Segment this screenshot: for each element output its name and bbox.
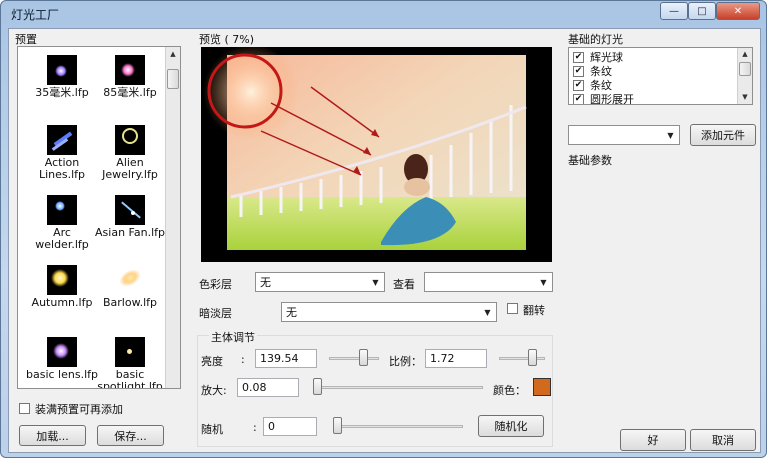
fan-streak-icon xyxy=(115,195,145,225)
brightness-colon: : xyxy=(241,353,245,366)
preset-item[interactable]: 35毫米.lfp xyxy=(26,55,98,99)
scale-slider-track[interactable] xyxy=(313,386,483,389)
preset-item[interactable]: basic lens.lfp xyxy=(26,337,98,381)
brightness-field[interactable]: 139.54 xyxy=(255,349,317,368)
color-swatch[interactable] xyxy=(533,378,551,396)
brightness-slider-track[interactable] xyxy=(329,357,379,360)
title-bar[interactable]: 灯光工厂 — □ ✕ xyxy=(1,1,766,27)
lens-flare-icon xyxy=(115,55,145,85)
preview-header: 预览 ( 7%) xyxy=(199,33,255,46)
add-presets-checkbox[interactable] xyxy=(19,403,30,414)
preview-panel: 预览 ( 7%) 色彩层 无 ▼ 查看 ▼ 暗淡层 无 ▼ 翻转 主体调节 亮度… xyxy=(193,31,561,449)
main-adjust-header: 主体调节 xyxy=(209,329,257,345)
light-item[interactable]: ✔ 条纹 xyxy=(573,64,612,78)
color-layer-select[interactable]: 无 ▼ xyxy=(255,272,385,292)
scale-slider-thumb[interactable] xyxy=(313,378,322,395)
save-button[interactable]: 保存... xyxy=(97,425,164,446)
chevron-down-icon: ▼ xyxy=(372,277,379,287)
lens-flare-icon xyxy=(47,337,77,367)
view-label: 查看 xyxy=(393,278,415,291)
lights-panel: 基础的灯光 ✔ 辉光球 ✔ 条纹 ✔ 条纹 ✔ 圆形展开 ▲ ▼ ▼ 添加元件 … xyxy=(566,31,756,451)
preview-image xyxy=(203,44,527,250)
chevron-down-icon: ▼ xyxy=(667,130,674,140)
light-item[interactable]: ✔ 圆形展开 xyxy=(573,92,634,104)
random-field[interactable]: 0 xyxy=(263,417,317,436)
dim-layer-select[interactable]: 无 ▼ xyxy=(281,302,497,322)
window-controls: — □ ✕ xyxy=(660,2,760,20)
ok-button[interactable]: 好 xyxy=(620,429,686,451)
dim-layer-label: 暗淡层 xyxy=(199,307,232,320)
light-checkbox[interactable]: ✔ xyxy=(573,79,584,91)
light-checkbox[interactable]: ✔ xyxy=(573,93,584,104)
randomize-button[interactable]: 随机化 xyxy=(478,415,544,437)
dialog-window: 灯光工厂 — □ ✕ 预置 35毫米.lfp 85毫米.lfp Action L… xyxy=(0,0,767,458)
params-header: 基础参数 xyxy=(568,154,612,167)
brightness-label: 亮度 xyxy=(201,355,223,368)
soft-glow-icon xyxy=(115,265,145,295)
color-label: 颜色： xyxy=(493,384,526,397)
presets-panel: 预置 35毫米.lfp 85毫米.lfp Action Lines.lfp Al… xyxy=(15,31,183,449)
ring-flare-icon xyxy=(115,125,145,155)
dialog-body: 预置 35毫米.lfp 85毫米.lfp Action Lines.lfp Al… xyxy=(8,28,761,453)
scale-field[interactable]: 0.08 xyxy=(237,378,299,397)
maximize-button[interactable]: □ xyxy=(688,2,716,20)
light-item[interactable]: ✔ 条纹 xyxy=(573,78,612,92)
close-button[interactable]: ✕ xyxy=(716,2,760,20)
presets-scrollbar[interactable]: ▲ xyxy=(165,47,180,388)
color-layer-label: 色彩层 xyxy=(199,278,232,291)
view-select[interactable]: ▼ xyxy=(424,272,553,292)
load-button[interactable]: 加载... xyxy=(19,425,86,446)
random-label: 随机 xyxy=(201,423,223,436)
scroll-thumb[interactable] xyxy=(739,62,751,76)
random-slider-track[interactable] xyxy=(333,425,463,428)
preview-canvas[interactable] xyxy=(201,44,552,262)
random-slider-thumb[interactable] xyxy=(333,417,342,434)
preset-item[interactable]: Action Lines.lfp xyxy=(26,125,98,181)
preset-item[interactable]: Asian Fan.lfp xyxy=(94,195,166,239)
lights-header: 基础的灯光 xyxy=(568,33,623,46)
presets-header: 预置 xyxy=(15,33,37,46)
chevron-down-icon: ▼ xyxy=(484,307,491,317)
preset-item[interactable]: Autumn.lfp xyxy=(26,265,98,309)
scroll-up-icon[interactable]: ▲ xyxy=(739,48,751,60)
scroll-thumb[interactable] xyxy=(167,69,179,89)
add-presets-label: 装满预置可再添加 xyxy=(35,403,123,416)
ratio-slider-thumb[interactable] xyxy=(528,349,537,366)
scale-label: 放大: xyxy=(201,384,227,397)
ratio-label: 比例： xyxy=(389,355,422,368)
minimize-button[interactable]: — xyxy=(660,2,688,20)
preset-item[interactable]: Alien Jewelry.lfp xyxy=(94,125,166,181)
flip-label: 翻转 xyxy=(523,304,545,317)
lens-flare-icon xyxy=(47,55,77,85)
random-colon: : xyxy=(253,421,257,434)
scroll-down-icon[interactable]: ▼ xyxy=(739,91,751,103)
light-checkbox[interactable]: ✔ xyxy=(573,51,584,63)
light-item[interactable]: ✔ 辉光球 xyxy=(573,50,623,64)
add-element-button[interactable]: 添加元件 xyxy=(690,124,756,146)
flip-checkbox[interactable] xyxy=(507,303,518,314)
element-select[interactable]: ▼ xyxy=(568,125,680,145)
light-checkbox[interactable]: ✔ xyxy=(573,65,584,77)
preset-item[interactable]: basic spotlight.lfp xyxy=(94,337,166,388)
chevron-down-icon: ▼ xyxy=(540,277,547,287)
presets-list[interactable]: 35毫米.lfp 85毫米.lfp Action Lines.lfp Alien… xyxy=(17,46,181,389)
ratio-field[interactable]: 1.72 xyxy=(425,349,487,368)
preset-item[interactable]: 85毫米.lfp xyxy=(94,55,166,99)
window-title: 灯光工厂 xyxy=(11,8,60,22)
lights-list[interactable]: ✔ 辉光球 ✔ 条纹 ✔ 条纹 ✔ 圆形展开 ▲ ▼ xyxy=(568,47,753,105)
lights-scrollbar[interactable]: ▲ ▼ xyxy=(737,48,752,104)
spark-icon xyxy=(47,195,77,225)
brightness-slider-thumb[interactable] xyxy=(359,349,368,366)
scroll-up-icon[interactable]: ▲ xyxy=(167,48,179,60)
spotlight-icon xyxy=(115,337,145,367)
ratio-slider-track[interactable] xyxy=(499,357,545,360)
streaks-icon xyxy=(47,125,77,155)
preset-item[interactable]: Arc welder.lfp xyxy=(26,195,98,251)
sun-glow-icon xyxy=(47,265,77,295)
preset-item[interactable]: Barlow.lfp xyxy=(94,265,166,309)
cancel-button[interactable]: 取消 xyxy=(690,429,756,451)
